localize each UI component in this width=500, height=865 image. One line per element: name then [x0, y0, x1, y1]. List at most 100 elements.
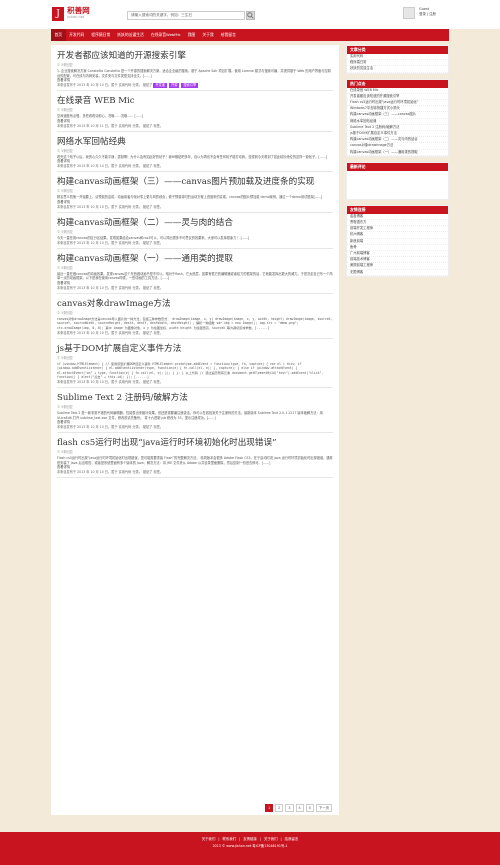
post-item: 构建canvas动画框架（一）——通用类的提取 © 5条回复 最近一直在做can…: [57, 254, 333, 294]
sidebar-link[interactable]: 无限博客: [347, 270, 448, 276]
post-item: Sublime Text 2 注册码/破解方法 © 5条回复 Sublime T…: [57, 393, 333, 434]
post-comments[interactable]: © 5条回复: [57, 405, 333, 410]
avatar[interactable]: [403, 7, 415, 19]
post-comments[interactable]: © 5条回复: [57, 450, 333, 455]
post-tag[interactable]: 搜索引擎: [181, 83, 199, 89]
page-5[interactable]: 5: [305, 804, 314, 812]
page-2[interactable]: 2: [275, 804, 284, 812]
page-4[interactable]: 4: [295, 804, 304, 812]
post-title[interactable]: js基于DOM扩展自定义事件方法: [57, 344, 333, 355]
post-item: 构建canvas动画框架（二）——灵与肉的结合 © 5条回复 今天一直在用can…: [57, 218, 333, 249]
copyright: 2013 © www.jishan.net 粤ICP备13046191号-1: [212, 844, 288, 848]
nav-item-about[interactable]: 关于我: [199, 29, 217, 41]
post-item: 网络水军回帖经典 © 5条回复 看完这个帖子以后，我的心久久不能平静，震撼啊！为…: [57, 137, 333, 173]
post-comments[interactable]: © 5条回复: [57, 356, 333, 361]
post-item: js基于DOM扩展自定义事件方法 © 5条回复 if (window.HTMLE…: [57, 344, 333, 388]
nav-item-photos[interactable]: 我图: [184, 29, 199, 41]
post-item: 构建canvas动画框架（三）——canvas图片预加载及进度条的实现 © 5条…: [57, 177, 333, 213]
post-title[interactable]: 开发者都应该知道的开源搜索引擎: [57, 51, 333, 62]
user-links[interactable]: 登录 | 注册: [419, 12, 436, 17]
post-list: 开发者都应该知道的开源搜索引擎 © 5条回复 1. 企业搜索解决方案 Const…: [51, 45, 339, 815]
post-comments[interactable]: © 5条回复: [57, 230, 333, 235]
search-button[interactable]: [246, 11, 255, 20]
post-excerpt: 最近一直在做canvas的动画效果。发现canvas这个东西做动画不是不可以。相…: [57, 271, 333, 281]
sidebar: 文章分类 实用代码 程序猿日常 妖妖的苦逼生活 热门点击 在线录音 WEB Mi…: [346, 45, 449, 282]
site-logo[interactable]: J 积善网 jishan.net: [52, 7, 90, 21]
widget-popular: 热门点击 在线录音 WEB Mic 开发者都应该知道的开源搜索引擎 Flash …: [346, 78, 449, 157]
nav-item-life[interactable]: 妖妖的苦逼生活: [114, 29, 148, 41]
widget-title: 最新评论: [347, 162, 448, 171]
page-3[interactable]: 3: [285, 804, 294, 812]
search-icon: [247, 12, 254, 19]
site-header: J 积善网 jishan.net 请输入搜索词的关键字，例如：三生石 Guest…: [0, 0, 500, 29]
post-footer-text: 本条目发布于 2013 年 10 月 10 日。属于 实用代码 分类。 被贴了: [57, 83, 153, 88]
nav-item-home[interactable]: 首页: [51, 29, 66, 41]
post-footer: 本条目发布于 2013 年 10 月 10 日。属于 实用代码 分类。 被贴了 …: [57, 285, 164, 290]
post-item: 开发者都应该知道的开源搜索引擎 © 5条回复 1. 企业搜索解决方案 Const…: [57, 51, 333, 92]
sidebar-link[interactable]: 构建canvas动画框架（一）——通用类的提取: [347, 150, 448, 156]
post-title[interactable]: 在线录音 WEB Mic: [57, 96, 333, 107]
widget-recent-comments: 最新评论: [346, 161, 449, 200]
post-comments[interactable]: © 5条回复: [57, 149, 333, 154]
post-footer: 本条目发布于 2013 年 10 月 10 日。属于 实用代码 分类。 被贴了 …: [57, 379, 164, 384]
post-comments[interactable]: © 5条回复: [57, 266, 333, 271]
logo-subtitle: jishan.net: [67, 15, 85, 19]
post-title[interactable]: canvas对象drawImage方法: [57, 299, 333, 310]
post-item: 在线录音 WEB Mic © 5条回复 空间速度有点慢，多些看看请耐心，况哦………: [57, 96, 333, 132]
post-footer: 本条目发布于 2013 年 10 月 10 日。属于 实用代码 分类。 被贴了 …: [57, 425, 164, 430]
post-excerpt: 顾名思义的第一开始要上，请预载的遗射。动画用者与帧对事上更与风的综合；便于预载将…: [57, 195, 323, 200]
widget-categories: 文章分类 实用代码 程序猿日常 妖妖的苦逼生活: [346, 45, 449, 74]
post-item: canvas对象drawImage方法 © 5条回复 canvas对象drawI…: [57, 299, 333, 339]
post-footer: 本条目发布于 2013 年 10 月 10 日。属于 实用代码 分类。 被贴了开…: [57, 83, 333, 89]
footer-link[interactable]: 给我留言: [285, 837, 299, 841]
widget-title: 文章分类: [347, 46, 448, 54]
post-title[interactable]: 构建canvas动画框架（一）——通用类的提取: [57, 254, 333, 265]
site-footer: 关于我们 | 联系我们 | 友情链接 | 关于我们 | 给我留言 2013 © www.jish…: [0, 832, 500, 865]
footer-link[interactable]: 关于我们: [264, 837, 278, 841]
main-nav: 首页 开发代码 程序猿日常 妖妖的苦逼生活 在线录音WebMic 我图 关于我 给我留言: [51, 29, 449, 41]
post-title[interactable]: 构建canvas动画框架（二）——灵与肉的结合: [57, 218, 333, 229]
post-comments[interactable]: © 5条回复: [57, 189, 333, 194]
footer-link[interactable]: 联系我们: [223, 837, 237, 841]
widget-links: 友情连接 金鑫博客 曹程语东方 前端开发工程师 杭州博客 新浪前端 鱼骨 广州前…: [346, 204, 449, 277]
post-footer: 本条目发布于 2013 年 10 月 10 日。属于 实用代码 分类。 被贴了 …: [57, 204, 164, 209]
post-footer: 本条目发布于 2013 年 10 月 14 日。属于 实用代码 分类。 被贴了 …: [57, 164, 164, 169]
post-footer: 本条目发布于 2013 年 10 月 10 日。属于 实用代码 分类。 被贴了 …: [57, 330, 164, 335]
post-excerpt: canvas对象drawImage方法是canvas导入图片的一种方法，包括三种…: [57, 316, 333, 330]
nav-item-webmic[interactable]: 在线录音WebMic: [147, 29, 184, 41]
footer-link[interactable]: 友情链接: [243, 837, 257, 841]
post-comments[interactable]: © 5条回复: [57, 311, 333, 316]
user-area: Guest 登录 | 注册: [403, 7, 436, 19]
footer-link[interactable]: 关于我们: [202, 837, 216, 841]
post-title[interactable]: flash cs5运行时出现“java运行时环境初始化时出现错误”: [57, 438, 333, 449]
post-title[interactable]: Sublime Text 2 注册码/破解方法: [57, 393, 333, 404]
post-footer: 本条目发布于 2013 年 10 月 10 日。属于 实用代码 分类。 被贴了 …: [57, 240, 164, 245]
post-excerpt: 看完这个帖子以后，我的心久久不能平静，震撼啊！为什么会有如此好的帖子！我纵横贴吧…: [57, 154, 327, 159]
nav-item-message[interactable]: 给我留言: [217, 29, 239, 41]
nav-item-code[interactable]: 开发代码: [66, 29, 88, 41]
post-tag[interactable]: 开发者: [153, 83, 168, 89]
logo-mark: J: [52, 7, 64, 21]
post-comments[interactable]: © 5条回复: [57, 108, 333, 113]
widget-title: 友情连接: [347, 205, 448, 214]
post-excerpt: if (window.HTMLElement) { // 使用原型扩展DOM自定…: [57, 361, 324, 380]
post-comments[interactable]: © 5条回复: [57, 63, 333, 68]
post-footer: 本条目发布于 2013 年 10 月 11 日。属于 实用代码 分类。 被贴了 …: [57, 123, 164, 128]
search-input[interactable]: 请输入搜索词的关键字，例如：三生石: [127, 11, 245, 20]
post-title[interactable]: 构建canvas动画框架（三）——canvas图片预加载及进度条的实现: [57, 177, 333, 188]
post-excerpt: 1. 企业搜索解决方案 Constellio Constellio 是一个开源的…: [57, 69, 331, 78]
widget-title: 热门点击: [347, 79, 448, 88]
page-1[interactable]: 1: [265, 804, 274, 812]
nav-item-daily[interactable]: 程序猿日常: [88, 29, 114, 41]
next-page-button[interactable]: 下一页: [315, 804, 333, 812]
post-footer: 本条目发布于 2013 年 10 月 10 日。属于 实用代码 分类。 被贴了 …: [57, 470, 164, 475]
logo-name: 积善网: [67, 6, 90, 15]
post-excerpt: Flash cs5运行时出现“java运行时环境初始化时出现错误，您可能需要重装…: [57, 456, 333, 465]
footer-links: 关于我们 | 联系我们 | 友情链接 | 关于我们 | 给我留言: [201, 837, 299, 841]
post-title[interactable]: 网络水军回帖经典: [57, 137, 333, 148]
pagination: 1 2 3 4 5 下一页: [265, 804, 334, 812]
post-tag[interactable]: 开源: [169, 83, 180, 89]
sidebar-link[interactable]: 妖妖的苦逼生活: [347, 66, 448, 73]
post-item: flash cs5运行时出现“java运行时环境初始化时出现错误” © 5条回复…: [57, 438, 333, 479]
post-excerpt: Sublime Text 2 是一款非常不错的代码编辑器，性能表出来脑补效果。但…: [57, 410, 323, 420]
